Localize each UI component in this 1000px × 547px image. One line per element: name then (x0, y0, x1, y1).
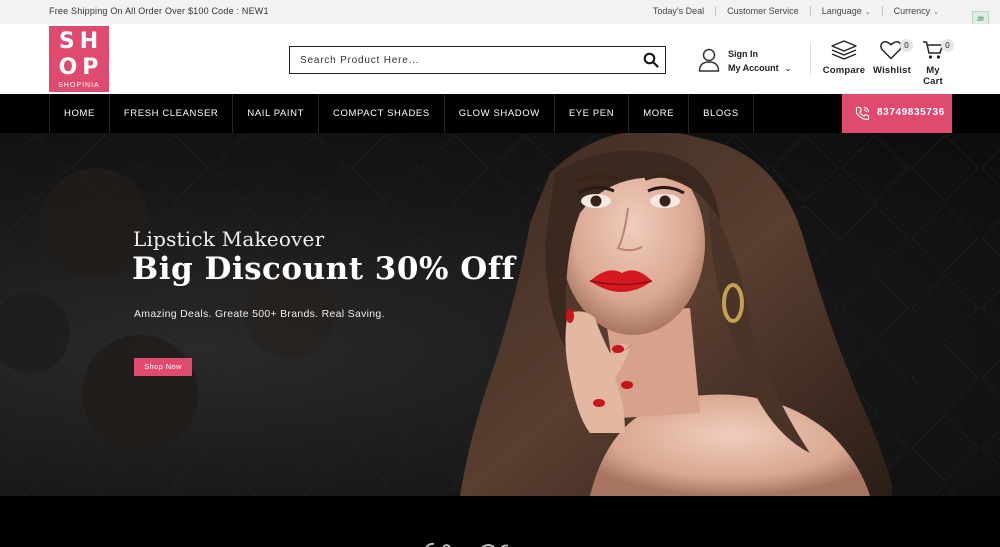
hero-description: Amazing Deals. Greate 500+ Brands. Real … (134, 308, 385, 320)
my-account-dropdown[interactable]: My Account ⌄ (728, 63, 791, 73)
logo-line-2: OP (58, 55, 104, 80)
main-nav: HOME FRESH CLEANSER NAIL PAINT COMPACT S… (0, 94, 1000, 133)
chevron-down-icon: ⌄ (784, 64, 792, 73)
model-photo (460, 133, 893, 496)
nav-item-blogs[interactable]: BLOGS (689, 94, 754, 133)
chevron-down-icon: ⌄ (933, 9, 939, 16)
wishlist-count-badge: 0 (900, 39, 913, 52)
nav-item-glow-shadow[interactable]: GLOW SHADOW (445, 94, 555, 133)
wishlist-button[interactable]: 0 Wishlist (873, 39, 913, 76)
cart-count-badge: 0 (941, 39, 954, 52)
phone-icon (855, 106, 870, 121)
compare-button[interactable]: Compare (822, 40, 866, 76)
top-links: Today's Deal Customer Service Language ⌄ … (642, 6, 950, 16)
my-account-label: My Account (728, 63, 779, 73)
language-label: Language (821, 6, 862, 16)
customer-service-link[interactable]: Customer Service (716, 6, 810, 16)
promo-text: Free Shipping On All Order Over $100 Cod… (49, 6, 269, 16)
nav-item-nail-paint[interactable]: NAIL PAINT (233, 94, 320, 133)
divider (810, 42, 811, 74)
account-menu[interactable]: Sign In My Account ⌄ (698, 48, 798, 76)
cart-button[interactable]: 0 My Cart (916, 39, 954, 87)
section-heading-peek (425, 542, 509, 547)
header: SH OP SHOPINIA Sign In My Account ⌄ Compa… (0, 24, 1000, 94)
sign-in-link[interactable]: Sign In (728, 49, 758, 59)
phone-number: 83749835736 (877, 107, 945, 118)
nav-item-eye-pen[interactable]: EYE PEN (555, 94, 630, 133)
cart-label: My Cart (923, 65, 943, 87)
search-icon[interactable] (643, 52, 659, 68)
nav-menu: HOME FRESH CLEANSER NAIL PAINT COMPACT S… (49, 94, 754, 133)
search-bar (289, 46, 666, 74)
heart-icon (880, 41, 902, 60)
compare-label: Compare (822, 65, 866, 76)
chevron-down-icon: ⌄ (864, 9, 871, 16)
nav-item-fresh-cleanser[interactable]: FRESH CLEANSER (110, 94, 234, 133)
user-icon (698, 48, 720, 72)
hero-subtitle: Lipstick Makeover (133, 227, 325, 251)
hero-banner: Lipstick Makeover Big Discount 30% Off A… (0, 133, 1000, 496)
logo-line-1: SH (58, 29, 104, 54)
hero-title: Big Discount 30% Off (132, 251, 516, 287)
search-input[interactable] (300, 52, 630, 68)
currency-label: Currency (893, 6, 931, 16)
shop-now-button[interactable]: Shop Now (134, 358, 192, 376)
language-dropdown[interactable]: Language ⌄ (811, 6, 882, 16)
nav-item-more[interactable]: MORE (629, 94, 690, 133)
compare-icon (831, 40, 857, 60)
shop-logo[interactable]: SH OP SHOPINIA (49, 26, 109, 92)
todays-deal-link[interactable]: Today's Deal (642, 6, 715, 16)
currency-dropdown[interactable]: Currency ⌄ (883, 6, 950, 16)
logo-brand-name: SHOPINIA (58, 82, 100, 89)
nav-item-compact-shades[interactable]: COMPACT SHADES (319, 94, 445, 133)
top-bar: Free Shipping On All Order Over $100 Cod… (0, 0, 1000, 26)
nav-item-home[interactable]: HOME (50, 94, 110, 133)
phone-button[interactable]: 83749835736 (842, 94, 952, 133)
next-section (0, 496, 1000, 547)
wishlist-label: Wishlist (873, 65, 911, 76)
